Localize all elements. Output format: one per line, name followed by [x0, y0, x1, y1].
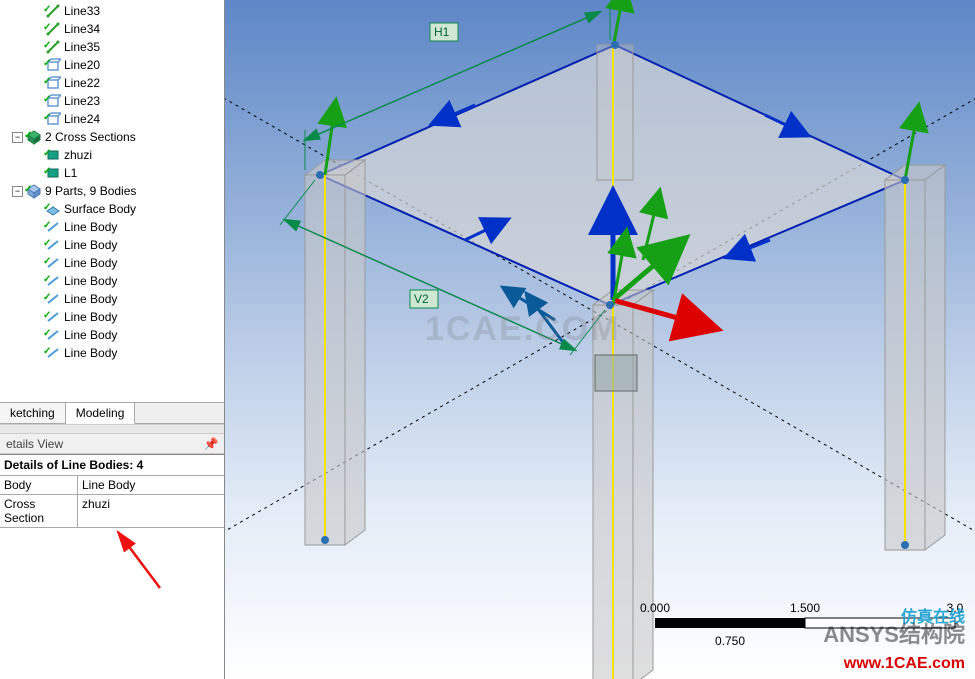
line-body-icon: ✓ [45, 111, 61, 127]
tree-label: Line33 [64, 4, 100, 18]
details-key: Body [0, 476, 78, 494]
tree-item-line-body[interactable]: ✓Line Body [0, 308, 224, 326]
parts-group-icon: ✓ [26, 183, 42, 199]
tab-sketching[interactable]: ketching [0, 403, 66, 423]
tree-item-line-body[interactable]: ✓Line Body [0, 236, 224, 254]
annotation-arrow-area [0, 528, 224, 679]
watermark-center: 1CAE.COM [425, 310, 620, 349]
details-row-body[interactable]: Body Line Body [0, 476, 224, 495]
scalebar-label-mid: 0.750 [715, 634, 745, 648]
details-header: Details of Line Bodies: 4 [0, 455, 224, 476]
tree-label: Line Body [64, 292, 117, 306]
callout-arrow-icon [118, 532, 160, 588]
details-grid: Details of Line Bodies: 4 Body Line Body… [0, 454, 224, 528]
line-sketch-icon: ✓ [45, 39, 61, 55]
line-sketch-icon: ✓ [45, 3, 61, 19]
scalebar-label-a: 0.000 [640, 601, 670, 615]
tree-label: Line Body [64, 220, 117, 234]
line-body-icon: ✓ [45, 93, 61, 109]
tree-item-surface-body[interactable]: ✓Surface Body [0, 200, 224, 218]
tree-label: 2 Cross Sections [45, 130, 136, 144]
tree-label: Line34 [64, 22, 100, 36]
tree-label: Line Body [64, 256, 117, 270]
details-value[interactable]: zhuzi [78, 495, 224, 527]
collapse-icon[interactable]: − [12, 132, 23, 143]
line-body-small-icon: ✓ [45, 237, 61, 253]
tree-outline[interactable]: ✓Line33 ✓Line34 ✓Line35 ✓Line20 ✓Line22 … [0, 0, 224, 402]
tree-label: L1 [64, 166, 77, 180]
line-sketch-icon: ✓ [45, 21, 61, 37]
outline-tabs: ketching Modeling [0, 402, 224, 424]
tree-item-line20[interactable]: ✓Line20 [0, 56, 224, 74]
tree-item-line23[interactable]: ✓Line23 [0, 92, 224, 110]
line-body-small-icon: ✓ [45, 273, 61, 289]
cross-section-icon: ✓ [45, 147, 61, 163]
tree-item-line-body[interactable]: ✓Line Body [0, 326, 224, 344]
tree-label: Line Body [64, 310, 117, 324]
tree-item-line-body[interactable]: ✓Line Body [0, 254, 224, 272]
tree-label: Line20 [64, 58, 100, 72]
tab-modeling[interactable]: Modeling [66, 403, 136, 424]
panel-splitter[interactable] [0, 424, 224, 434]
dim-v2-label: V2 [414, 292, 429, 306]
tree-label: Line22 [64, 76, 100, 90]
details-view-header: etails View 📌 [0, 434, 224, 454]
tree-label: Surface Body [64, 202, 136, 216]
details-key: Cross Section [0, 495, 78, 527]
cross-section-icon: ✓ [45, 165, 61, 181]
watermark-right-bottom: www.1CAE.com [844, 655, 965, 673]
tree-label: Line23 [64, 94, 100, 108]
line-body-small-icon: ✓ [45, 291, 61, 307]
line-body-small-icon: ✓ [45, 255, 61, 271]
surface-body-icon: ✓ [45, 201, 61, 217]
scalebar-label-b: 1.500 [790, 601, 820, 615]
tree-item-cs-l1[interactable]: ✓L1 [0, 164, 224, 182]
dim-h1-label: H1 [434, 25, 450, 39]
tree-item-line-body[interactable]: ✓Line Body [0, 218, 224, 236]
tree-item-line33[interactable]: ✓Line33 [0, 2, 224, 20]
line-body-small-icon: ✓ [45, 345, 61, 361]
tree-item-parts[interactable]: − ✓ 9 Parts, 9 Bodies [0, 182, 224, 200]
selection-handle[interactable] [595, 355, 637, 391]
details-view-title: etails View [6, 437, 63, 451]
outline-panel: ✓Line33 ✓Line34 ✓Line35 ✓Line20 ✓Line22 … [0, 0, 225, 679]
line-body-icon: ✓ [45, 75, 61, 91]
cross-section-group-icon: ✓ [26, 129, 42, 145]
line-body-small-icon: ✓ [45, 309, 61, 325]
tree-item-line-body[interactable]: ✓Line Body [0, 344, 224, 362]
tree-item-line24[interactable]: ✓Line24 [0, 110, 224, 128]
tree-item-line-body[interactable]: ✓Line Body [0, 290, 224, 308]
graphics-viewport[interactable]: H1 V2 0.000 1.500 3.0 0.750 1CAE.COM [225, 0, 975, 679]
tree-item-line35[interactable]: ✓Line35 [0, 38, 224, 56]
tree-item-line-body[interactable]: ✓Line Body [0, 272, 224, 290]
pin-icon[interactable]: 📌 [204, 437, 218, 451]
tree-item-cross-sections[interactable]: − ✓ 2 Cross Sections [0, 128, 224, 146]
tree-label: Line35 [64, 40, 100, 54]
watermark-right-mid: ANSYS结构院 [823, 617, 965, 649]
tree-item-line22[interactable]: ✓Line22 [0, 74, 224, 92]
tree-label: Line Body [64, 328, 117, 342]
tree-label: Line24 [64, 112, 100, 126]
line-body-small-icon: ✓ [45, 327, 61, 343]
tree-label: Line Body [64, 238, 117, 252]
collapse-icon[interactable]: − [12, 186, 23, 197]
tree-label: Line Body [64, 346, 117, 360]
tree-label: zhuzi [64, 148, 92, 162]
line-body-small-icon: ✓ [45, 219, 61, 235]
line-body-icon: ✓ [45, 57, 61, 73]
tree-label: Line Body [64, 274, 117, 288]
tree-item-line34[interactable]: ✓Line34 [0, 20, 224, 38]
tree-item-cs-zhuzi[interactable]: ✓zhuzi [0, 146, 224, 164]
tree-label: 9 Parts, 9 Bodies [45, 184, 136, 198]
details-row-cross-section[interactable]: Cross Section zhuzi [0, 495, 224, 528]
details-value[interactable]: Line Body [78, 476, 224, 494]
